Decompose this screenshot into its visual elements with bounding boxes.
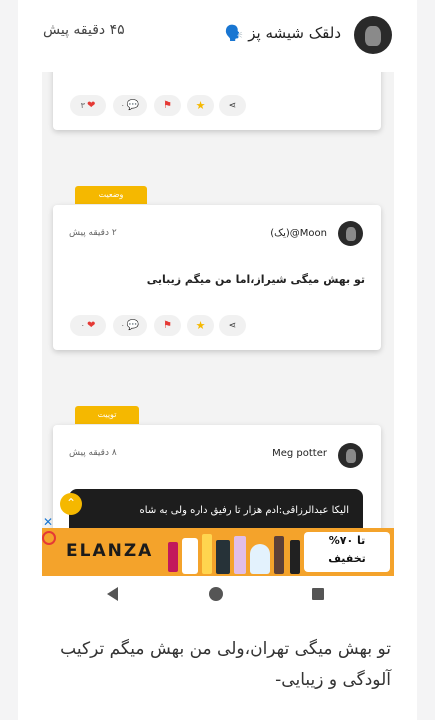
- ad-banner[interactable]: ELANZA تا ۷۰% تخفیف: [42, 528, 394, 576]
- report-pill[interactable]: ⚑: [154, 95, 181, 116]
- flag-icon: ⚑: [163, 320, 172, 331]
- ad-info-icon[interactable]: [42, 531, 56, 545]
- ad-discount-badge: تا ۷۰% تخفیف: [304, 532, 390, 572]
- embedded-post-2: Moon@(یک) ۲ دقیقه پیش تو بهش میگی شیراز،…: [53, 205, 381, 350]
- quoted-tweet-text: الیکا عبدالرزاقی:ادم هزار تا رفیق داره و…: [139, 505, 349, 516]
- share-icon: ⋖: [228, 320, 237, 331]
- heart-icon: ❤: [86, 320, 96, 331]
- moon-avatar[interactable]: [338, 221, 363, 246]
- post-caption: تو بهش میگی تهران،ولی من بهش میگم ترکیب …: [60, 639, 391, 690]
- ad-products-image: [162, 530, 322, 576]
- comment-count: ۰: [120, 321, 125, 330]
- ad-brand: ELANZA: [66, 541, 154, 561]
- favorite-pill[interactable]: ★: [187, 95, 214, 116]
- like-count: ۰: [80, 321, 85, 330]
- star-icon: ★: [195, 319, 206, 332]
- share-icon: ⋖: [228, 100, 237, 111]
- meg-avatar[interactable]: [338, 443, 363, 468]
- comment-icon: 💬: [126, 100, 140, 111]
- favorite-pill[interactable]: ★: [187, 315, 214, 336]
- comment-icon: 💬: [126, 320, 140, 331]
- post-tag: وضعیت: [75, 186, 147, 204]
- share-pill[interactable]: ⋖: [219, 315, 246, 336]
- post-author[interactable]: Meg potter: [272, 448, 327, 459]
- post-time: ۲ دقیقه پیش: [69, 228, 117, 238]
- heart-icon: ❤: [86, 100, 96, 111]
- comment-pill[interactable]: ۰ 💬: [113, 315, 147, 336]
- nav-home-icon[interactable]: [209, 587, 223, 601]
- nav-back-icon[interactable]: [107, 587, 118, 601]
- post-time: ۴۵ دقیقه پیش: [43, 22, 125, 38]
- nav-recent-icon[interactable]: [312, 588, 324, 600]
- report-pill[interactable]: ⚑: [154, 315, 181, 336]
- post-author[interactable]: Moon@(یک): [270, 228, 327, 239]
- attached-screenshot[interactable]: ۳ ❤ ۰ 💬 ⚑ ★ ⋖ وضعیت Moon@(یک) ۲ دقیقه پی…: [42, 72, 394, 572]
- scroll-up-button[interactable]: ⌃: [60, 493, 82, 515]
- ad-discount-line2: تخفیف: [328, 552, 366, 565]
- comment-pill[interactable]: ۰ 💬: [113, 95, 147, 116]
- star-icon: ★: [195, 99, 206, 112]
- author-name[interactable]: دلقک شیشه پز 🗣️: [225, 24, 341, 42]
- like-count: ۳: [80, 101, 85, 110]
- post-time: ۸ دقیقه پیش: [69, 448, 117, 458]
- ad-close-icon[interactable]: ✕: [43, 516, 53, 528]
- chevron-up-icon: ⌃: [65, 496, 77, 510]
- like-pill[interactable]: ۳ ❤: [70, 95, 106, 116]
- author-avatar[interactable]: [354, 16, 392, 54]
- comment-count: ۰: [120, 101, 125, 110]
- share-pill[interactable]: ⋖: [219, 95, 246, 116]
- like-pill[interactable]: ۰ ❤: [70, 315, 106, 336]
- post-tag: توییت: [75, 406, 139, 424]
- post-text: تو بهش میگی شیراز،اما من میگم زیبایی: [146, 273, 365, 286]
- flag-icon: ⚑: [163, 100, 172, 111]
- embedded-post-1: ۳ ❤ ۰ 💬 ⚑ ★ ⋖: [53, 72, 381, 130]
- ad-discount-line1: تا ۷۰%: [328, 534, 366, 547]
